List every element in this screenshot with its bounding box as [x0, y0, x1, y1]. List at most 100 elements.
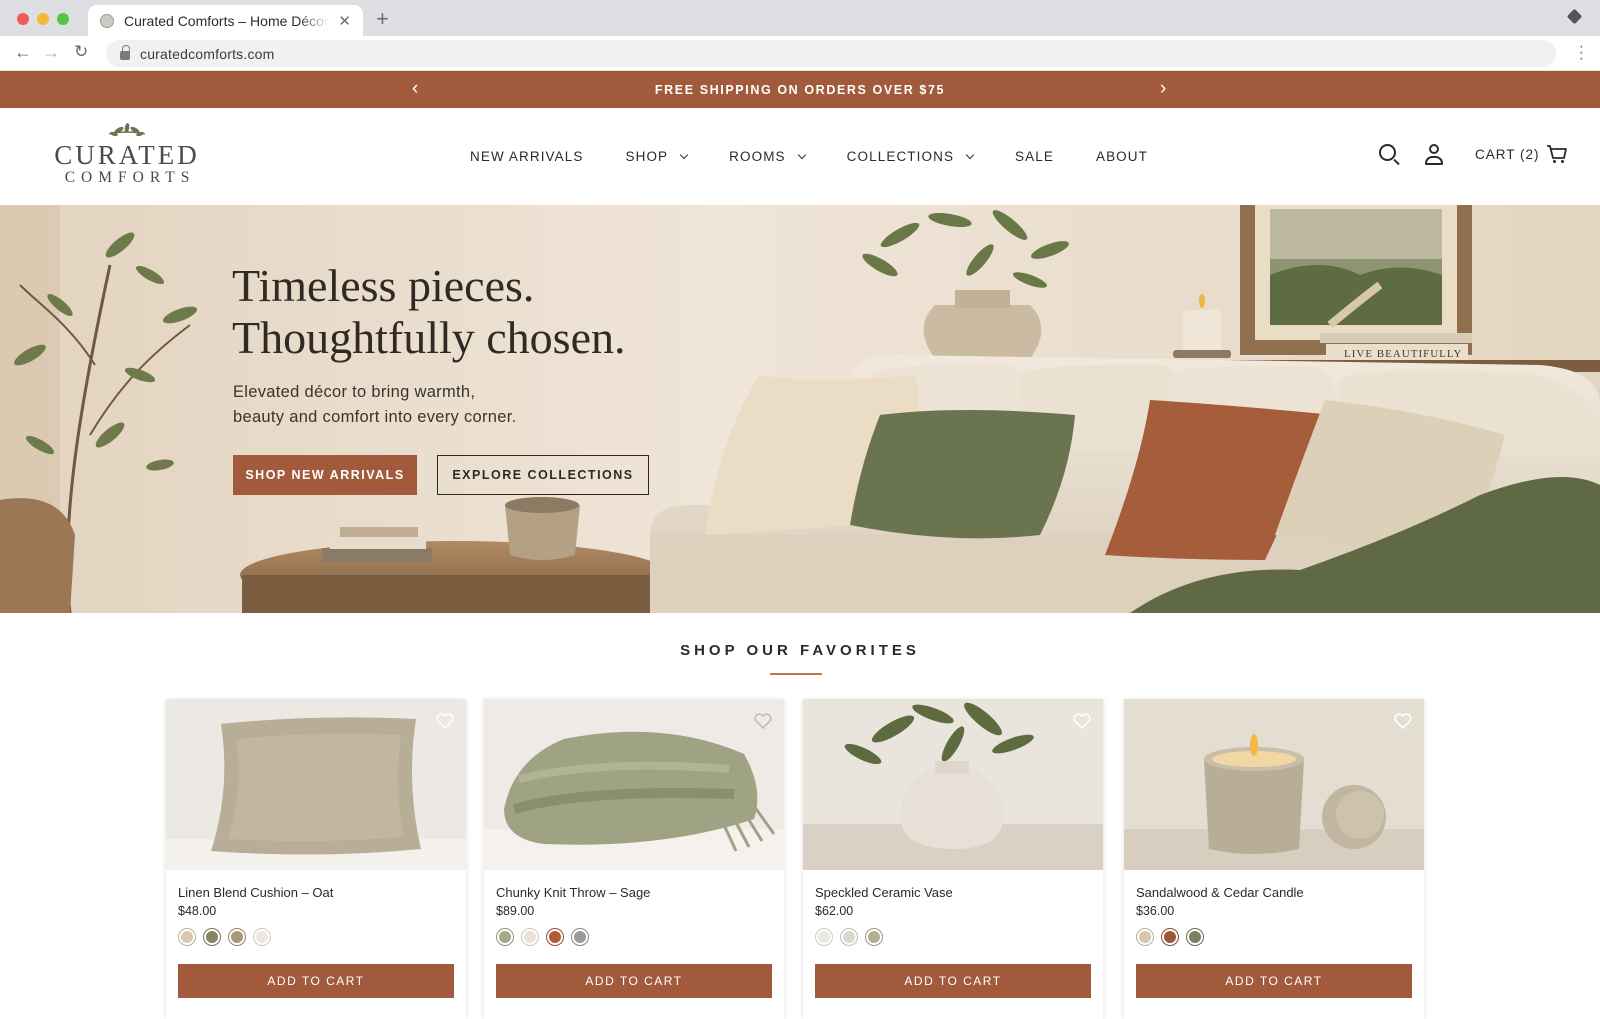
hero-subtitle: Elevated décor to bring warmth, beauty a…	[233, 380, 573, 430]
add-to-cart-button[interactable]: ADD TO CART	[178, 964, 454, 998]
add-to-cart-button[interactable]: ADD TO CART	[496, 964, 772, 998]
color-swatches	[815, 928, 890, 946]
color-swatch[interactable]	[1136, 928, 1154, 946]
cushion-image	[166, 699, 466, 870]
section-title: SHOP OUR FAVORITES	[680, 642, 920, 659]
heart-icon[interactable]	[754, 713, 772, 729]
color-swatches	[496, 928, 596, 946]
logo-wordmark-top: CURATED	[54, 140, 200, 170]
cart-button[interactable]: CART (2)	[1475, 144, 1568, 164]
candle-image	[1124, 699, 1424, 870]
throw-image	[484, 699, 784, 870]
shop-new-arrivals-button[interactable]: SHOP NEW ARRIVALS	[233, 455, 417, 495]
color-swatch[interactable]	[496, 928, 514, 946]
color-swatch[interactable]	[521, 928, 539, 946]
product-card[interactable]: Chunky Knit Throw – Sage $89.00 ADD TO C…	[484, 699, 784, 1019]
product-name[interactable]: Chunky Knit Throw – Sage	[496, 885, 650, 900]
close-window-button[interactable]	[17, 13, 29, 25]
nav-new-arrivals[interactable]: NEW ARRIVALS	[470, 149, 583, 164]
chevron-down-icon	[679, 150, 689, 159]
product-name[interactable]: Linen Blend Cushion – Oat	[178, 885, 333, 900]
color-swatch[interactable]	[840, 928, 858, 946]
reload-button[interactable]: ↻	[74, 42, 88, 62]
site-header: CURATED COMFORTS NEW ARRIVALS SHOP ROOMS…	[0, 108, 1600, 205]
sprig-icon	[108, 123, 146, 137]
color-swatch[interactable]	[178, 928, 196, 946]
maximize-window-button[interactable]	[57, 13, 69, 25]
product-image[interactable]	[1124, 699, 1424, 870]
search-icon[interactable]	[1379, 144, 1396, 161]
heart-icon[interactable]	[1073, 713, 1091, 729]
nav-collections[interactable]: COLLECTIONS	[846, 149, 975, 164]
book-spine-text: LIVE BEAUTIFULLY	[1344, 348, 1462, 360]
color-swatch[interactable]	[1186, 928, 1204, 946]
lock-icon	[120, 45, 130, 60]
nav-shop[interactable]: SHOP	[625, 149, 689, 164]
hero-heading-line-2: Thoughtfully chosen.	[232, 312, 626, 363]
vase-image	[803, 699, 1103, 870]
extension-icon[interactable]	[1566, 8, 1583, 25]
minimize-window-button[interactable]	[37, 13, 49, 25]
color-swatch[interactable]	[865, 928, 883, 946]
product-card[interactable]: Sandalwood & Cedar Candle $36.00 ADD TO …	[1124, 699, 1424, 1019]
product-price: $48.00	[178, 904, 217, 918]
product-name[interactable]: Speckled Ceramic Vase	[815, 885, 953, 900]
back-button[interactable]: ←	[14, 42, 32, 63]
hero-heading-line-1: Timeless pieces.	[232, 260, 535, 311]
chevron-down-icon	[797, 150, 806, 159]
hero-subtitle-line-1: Elevated décor to bring warmth,	[233, 383, 476, 401]
color-swatch[interactable]	[253, 928, 271, 946]
product-image[interactable]	[484, 699, 784, 870]
heart-icon[interactable]	[436, 713, 454, 729]
add-to-cart-button[interactable]: ADD TO CART	[815, 964, 1091, 998]
product-price: $89.00	[496, 904, 535, 918]
nav-label: ROOMS	[729, 149, 786, 164]
logo-wordmark-bottom: COMFORTS	[64, 169, 196, 186]
product-price: $36.00	[1136, 904, 1175, 918]
product-image[interactable]	[803, 699, 1103, 870]
nav-label: COLLECTIONS	[846, 149, 955, 164]
url-text[interactable]: curatedcomforts.com	[140, 46, 275, 62]
nav-label: NEW ARRIVALS	[470, 149, 584, 164]
announcement-next-icon[interactable]: ›	[1160, 78, 1166, 100]
product-price: $62.00	[815, 904, 854, 918]
product-card[interactable]: Linen Blend Cushion – Oat $48.00 ADD TO …	[166, 699, 466, 1019]
color-swatch[interactable]	[571, 928, 589, 946]
product-name[interactable]: Sandalwood & Cedar Candle	[1136, 885, 1304, 900]
nav-about[interactable]: ABOUT	[1096, 149, 1148, 164]
hero-heading: Timeless pieces. Thoughtfully chosen.	[232, 260, 626, 364]
add-to-cart-button[interactable]: ADD TO CART	[1136, 964, 1412, 998]
new-tab-button[interactable]: +	[376, 6, 389, 32]
address-bar[interactable]: curatedcomforts.com	[106, 40, 1556, 67]
color-swatch[interactable]	[203, 928, 221, 946]
browser-menu-icon[interactable]: · · ·	[1579, 39, 1584, 67]
explore-collections-button[interactable]: EXPLORE COLLECTIONS	[437, 455, 649, 495]
announcement-text: FREE SHIPPING ON ORDERS OVER $75	[654, 82, 946, 97]
forward-button[interactable]: →	[42, 42, 60, 63]
nav-sale[interactable]: SALE	[1015, 149, 1054, 164]
color-swatch[interactable]	[815, 928, 833, 946]
section-divider	[770, 673, 822, 675]
account-icon[interactable]	[1424, 144, 1444, 166]
color-swatch[interactable]	[546, 928, 564, 946]
close-tab-icon[interactable]: ✕	[338, 12, 351, 30]
color-swatch[interactable]	[1161, 928, 1179, 946]
color-swatch[interactable]	[228, 928, 246, 946]
browser-toolbar: ← → ↻ curatedcomforts.com · · ·	[0, 36, 1600, 71]
announcement-bar: ‹ FREE SHIPPING ON ORDERS OVER $75 ›	[0, 71, 1600, 108]
browser-tab[interactable]: Curated Comforts – Home Décor ✕	[88, 5, 363, 36]
site-logo[interactable]: CURATED COMFORTS	[42, 122, 212, 186]
browser-tab-strip: Curated Comforts – Home Décor ✕ +	[0, 0, 1600, 36]
nav-label: SHOP	[625, 149, 669, 164]
color-swatches	[178, 928, 278, 946]
favicon-icon	[100, 13, 114, 28]
cart-icon	[1546, 145, 1567, 163]
nav-label: SALE	[1015, 149, 1054, 164]
product-card[interactable]: Speckled Ceramic Vase $62.00 ADD TO CART	[803, 699, 1103, 1019]
heart-icon[interactable]	[1394, 713, 1412, 729]
tab-title: Curated Comforts – Home Décor	[124, 12, 329, 29]
announcement-prev-icon[interactable]: ‹	[412, 78, 418, 100]
nav-rooms[interactable]: ROOMS	[729, 149, 806, 164]
product-image[interactable]	[166, 699, 466, 870]
cart-label: CART (2)	[1475, 146, 1540, 162]
